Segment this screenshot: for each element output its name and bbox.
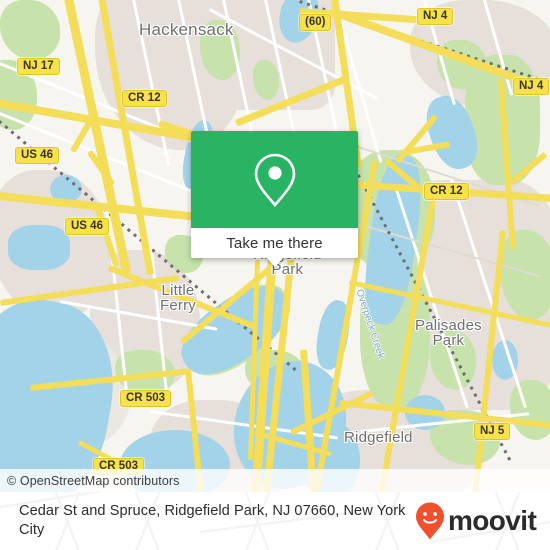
footer-bar: Cedar St and Spruce, Ridgefield Park, NJ…	[0, 492, 550, 550]
take-me-there-label: Take me there	[226, 234, 323, 252]
popup-header	[191, 131, 358, 228]
place-label-line: Ferry	[160, 297, 196, 314]
shield-cr12-top[interactable]: CR 12	[122, 90, 167, 107]
park-area	[253, 60, 279, 100]
moovit-smiley-pin-icon	[416, 502, 444, 540]
water-area	[8, 225, 70, 270]
place-label-palisades-park: Palisades Park	[415, 318, 482, 348]
place-label-line: Park	[271, 261, 304, 278]
place-label-line: Park	[432, 332, 465, 349]
footer-content: Cedar St and Spruce, Ridgefield Park, NJ…	[0, 492, 550, 550]
shield-cr503-upper[interactable]: CR 503	[120, 390, 171, 407]
address-text: Cedar St and Spruce, Ridgefield Park, NJ…	[19, 503, 406, 538]
attribution-text: © OpenStreetMap contributors	[7, 473, 180, 488]
take-me-there-button[interactable]: Take me there	[191, 228, 358, 258]
map-screenshot: Hackensack Little Ferry Ridgefield Park …	[0, 0, 550, 550]
place-label-hackensack: Hackensack	[139, 20, 234, 39]
shield-60[interactable]: (60)	[299, 14, 332, 31]
place-label-little-ferry: Little Ferry	[160, 283, 196, 313]
shield-us46-upper[interactable]: US 46	[15, 147, 59, 164]
shield-cr12-right[interactable]: CR 12	[424, 183, 469, 200]
shield-us46-lower[interactable]: US 46	[65, 218, 109, 235]
map-pin-icon	[254, 153, 295, 207]
place-label-line: Palisades	[415, 317, 482, 334]
location-popup[interactable]: Take me there	[191, 131, 358, 267]
moovit-logo[interactable]: moovit	[414, 501, 537, 541]
moovit-wordmark: moovit	[448, 505, 537, 536]
shield-nj17[interactable]: NJ 17	[17, 58, 60, 75]
shield-nj5[interactable]: NJ 5	[474, 423, 511, 440]
place-label-line: Little	[161, 282, 195, 299]
popup-tail	[265, 257, 284, 267]
map-canvas[interactable]: Hackensack Little Ferry Ridgefield Park …	[0, 0, 550, 492]
map-attribution[interactable]: © OpenStreetMap contributors	[0, 469, 550, 492]
shield-nj4-right[interactable]: NJ 4	[513, 78, 550, 95]
place-label-ridgefield: Ridgefield	[344, 429, 413, 446]
shield-nj4-top[interactable]: NJ 4	[417, 8, 454, 25]
